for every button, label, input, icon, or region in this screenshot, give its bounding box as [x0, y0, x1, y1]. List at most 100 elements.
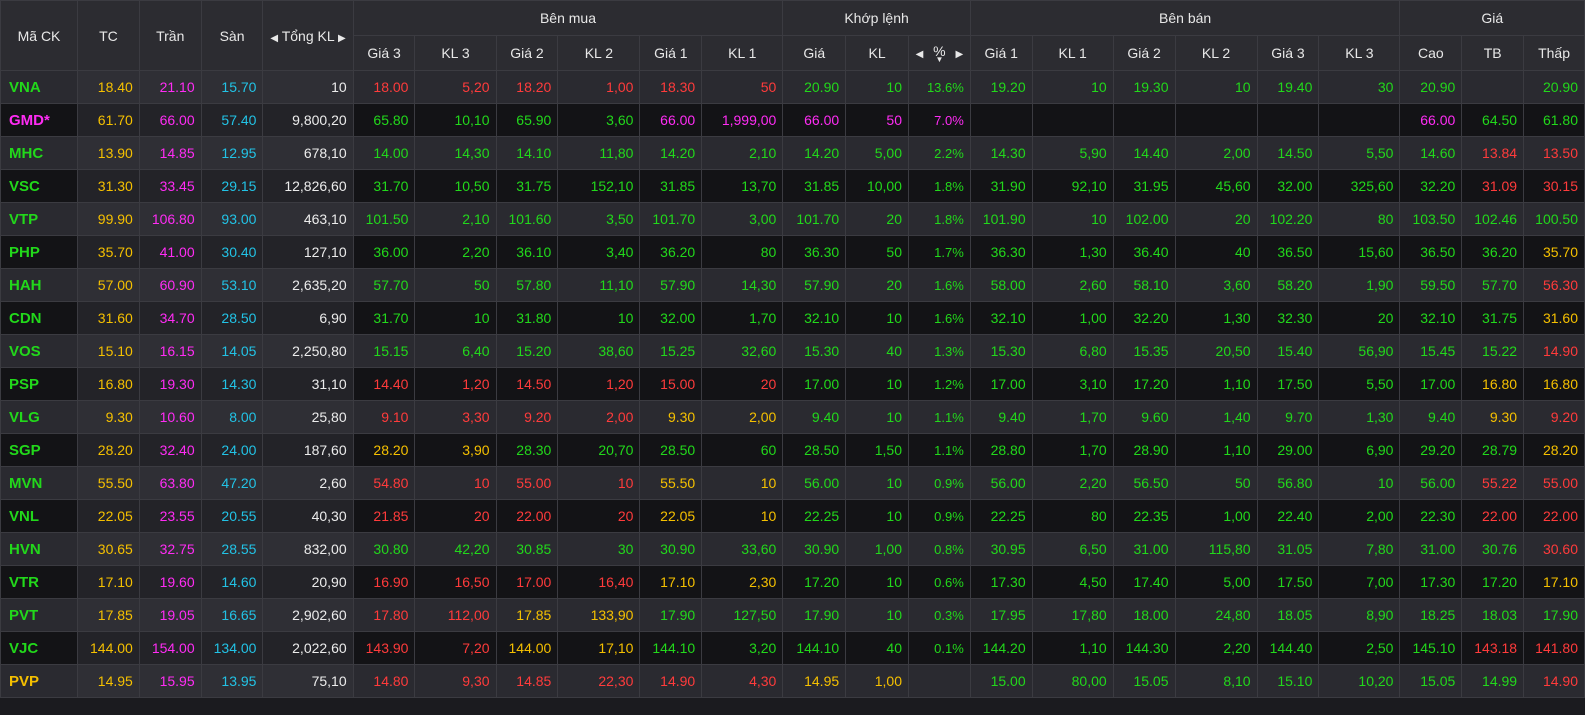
cell-symbol[interactable]: VJC	[0, 631, 79, 665]
cell-symbol[interactable]: MVN	[0, 466, 79, 500]
cell-floor: 93.00	[200, 202, 264, 236]
cell-match-pct: 1.7%	[907, 235, 971, 269]
col-sell-price1-header[interactable]: Giá 1	[969, 35, 1033, 71]
cell-buy-price2: 144.00	[495, 631, 559, 665]
table-row[interactable]: VLG 9.30 10.60 8.00 25,80 9.10 3,30 9.20 2,00 9.3…	[0, 400, 1585, 434]
cell-sell-price2: 19.30	[1112, 70, 1176, 104]
table-row[interactable]: PSP 16.80 19.30 14.30 31,10 14.40 1,20 14.50 1,2…	[0, 367, 1585, 401]
cell-sell-vol3: 20	[1318, 301, 1401, 335]
col-buy-vol2-header[interactable]: KL 2	[557, 35, 641, 71]
cell-symbol[interactable]: GMD*	[0, 103, 79, 137]
cell-match-pct: 13.6%	[907, 70, 971, 104]
cell-buy-price1: 18.30	[639, 70, 703, 104]
cell-symbol[interactable]: PVP	[0, 664, 79, 698]
caret-right-icon[interactable]: ▶	[956, 49, 964, 60]
cell-buy-price1: 17.90	[639, 598, 703, 632]
table-row[interactable]: HAH 57.00 60.90 53.10 2,635,20 57.70 50 57.80 11…	[0, 268, 1585, 302]
col-match-price-header[interactable]: Giá	[782, 35, 847, 71]
cell-sell-price1: 19.20	[969, 70, 1033, 104]
table-row[interactable]: MHC 13.90 14.85 12.95 678,10 14.00 14,30 14.10 1…	[0, 136, 1585, 170]
cell-buy-vol3: 2,20	[414, 235, 497, 269]
cell-buy-price1: 144.10	[639, 631, 703, 665]
col-buy-vol3-header[interactable]: KL 3	[414, 35, 497, 71]
col-total-volume-header[interactable]: ◀ Tổng KL ▶	[262, 0, 354, 71]
cell-buy-price3: 14.40	[352, 367, 416, 401]
cell-symbol[interactable]: PHP	[0, 235, 79, 269]
cell-floor: 8.00	[200, 400, 264, 434]
cell-symbol[interactable]: MHC	[0, 136, 79, 170]
caret-left-icon[interactable]: ◀	[270, 33, 278, 44]
table-row[interactable]: VTP 99.90 106.80 93.00 463,10 101.50 2,10 101.6…	[0, 202, 1585, 236]
cell-symbol[interactable]: SGP	[0, 433, 79, 467]
cell-match-vol: 10	[845, 367, 909, 401]
cell-symbol[interactable]: VTP	[0, 202, 79, 236]
cell-sell-price2: 102.00	[1112, 202, 1176, 236]
cell-low: 16.80	[1523, 367, 1585, 401]
cell-symbol[interactable]: CDN	[0, 301, 79, 335]
cell-match-pct: 0.3%	[907, 598, 971, 632]
cell-buy-vol1: 10	[701, 499, 784, 533]
cell-match-pct: 7.0%	[907, 103, 971, 137]
table-row[interactable]: VSC 31.30 33.45 29.15 12,826,60 31.70 10,50 31.…	[0, 169, 1585, 203]
table-row[interactable]: VOS 15.10 16.15 14.05 2,250,80 15.15 6,40 15.20…	[0, 334, 1585, 368]
col-sell-vol1-header[interactable]: KL 1	[1031, 35, 1114, 71]
table-row[interactable]: VTR 17.10 19.60 14.60 20,90 16.90 16,50 17.00 16…	[0, 565, 1585, 599]
table-row[interactable]: VNL 22.05 23.55 20.55 40,30 21.85 20 22.00 20 22.…	[0, 499, 1585, 533]
col-match-vol-header[interactable]: KL	[845, 35, 909, 71]
cell-symbol[interactable]: PSP	[0, 367, 79, 401]
cell-match-price: 22.25	[782, 499, 847, 533]
cell-symbol[interactable]: VNA	[0, 70, 79, 104]
cell-sell-price2: 36.40	[1112, 235, 1176, 269]
col-buy-price2-header[interactable]: Giá 2	[495, 35, 559, 71]
cell-total-volume: 678,10	[262, 136, 354, 170]
col-floor-header[interactable]: Sàn	[200, 0, 264, 71]
cell-match-pct: 0.6%	[907, 565, 971, 599]
cell-symbol[interactable]: VOS	[0, 334, 79, 368]
table-row[interactable]: CDN 31.60 34.70 28.50 6,90 31.70 10 31.80 10 32.0…	[0, 301, 1585, 335]
cell-sell-price3: 22.40	[1256, 499, 1320, 533]
cell-buy-vol1: 2,00	[701, 400, 784, 434]
col-buy-price1-header[interactable]: Giá 1	[639, 35, 703, 71]
cell-symbol[interactable]: VLG	[0, 400, 79, 434]
col-avg-header[interactable]: TB	[1461, 35, 1525, 71]
table-row[interactable]: SGP 28.20 32.40 24.00 187,60 28.20 3,90 28.30 20…	[0, 433, 1585, 467]
col-low-header[interactable]: Thấp	[1523, 35, 1585, 71]
table-row[interactable]: PHP 35.70 41.00 30.40 127,10 36.00 2,20 36.10 3,…	[0, 235, 1585, 269]
table-row[interactable]: VJC 144.00 154.00 134.00 2,022,60 143.90 7,20 1…	[0, 631, 1585, 665]
col-buy-vol1-header[interactable]: KL 1	[701, 35, 784, 71]
cell-sell-price3: 144.40	[1256, 631, 1320, 665]
col-high-header[interactable]: Cao	[1399, 35, 1463, 71]
cell-total-volume: 10	[262, 70, 354, 104]
col-ref-header[interactable]: TC	[77, 0, 140, 71]
cell-buy-vol3: 3,90	[414, 433, 497, 467]
caret-right-icon[interactable]: ▶	[338, 33, 346, 44]
col-sell-vol3-header[interactable]: KL 3	[1318, 35, 1401, 71]
caret-left-icon[interactable]: ◀	[916, 49, 924, 60]
cell-symbol[interactable]: VTR	[0, 565, 79, 599]
cell-sell-price2: 144.30	[1112, 631, 1176, 665]
cell-symbol[interactable]: HVN	[0, 532, 79, 566]
col-symbol-header[interactable]: Mã CK	[0, 0, 79, 71]
table-row[interactable]: VNA 18.40 21.10 15.70 10 18.00 5,20 18.20 1,00 18…	[0, 70, 1585, 104]
cell-symbol[interactable]: PVT	[0, 598, 79, 632]
col-sell-vol2-header[interactable]: KL 2	[1174, 35, 1258, 71]
col-match-pct-header[interactable]: ◀ % ▼ ▶	[907, 35, 971, 71]
col-ceiling-header[interactable]: Trần	[138, 0, 202, 71]
table-row[interactable]: PVP 14.95 15.95 13.95 75,10 14.80 9,30 14.85 22,…	[0, 664, 1585, 698]
cell-ref: 144.00	[77, 631, 140, 665]
cell-high: 56.00	[1399, 466, 1463, 500]
col-buy-price3-header[interactable]: Giá 3	[352, 35, 416, 71]
cell-low: 30.15	[1523, 169, 1585, 203]
cell-buy-vol2: 30	[557, 532, 641, 566]
table-row[interactable]: HVN 30.65 32.75 28.55 832,00 30.80 42,20 30.85 3…	[0, 532, 1585, 566]
col-sell-price2-header[interactable]: Giá 2	[1112, 35, 1176, 71]
table-row[interactable]: GMD* 61.70 66.00 57.40 9,800,20 65.80 10,10 65.…	[0, 103, 1585, 137]
cell-symbol[interactable]: VSC	[0, 169, 79, 203]
cell-ceiling: 19.30	[138, 367, 202, 401]
table-row[interactable]: PVT 17.85 19.05 16.65 2,902,60 17.80 112,00 17.…	[0, 598, 1585, 632]
cell-symbol[interactable]: HAH	[0, 268, 79, 302]
table-row[interactable]: MVN 55.50 63.80 47.20 2,60 54.80 10 55.00 10 55.5…	[0, 466, 1585, 500]
col-sell-price3-header[interactable]: Giá 3	[1256, 35, 1320, 71]
cell-symbol[interactable]: VNL	[0, 499, 79, 533]
cell-ceiling: 14.85	[138, 136, 202, 170]
